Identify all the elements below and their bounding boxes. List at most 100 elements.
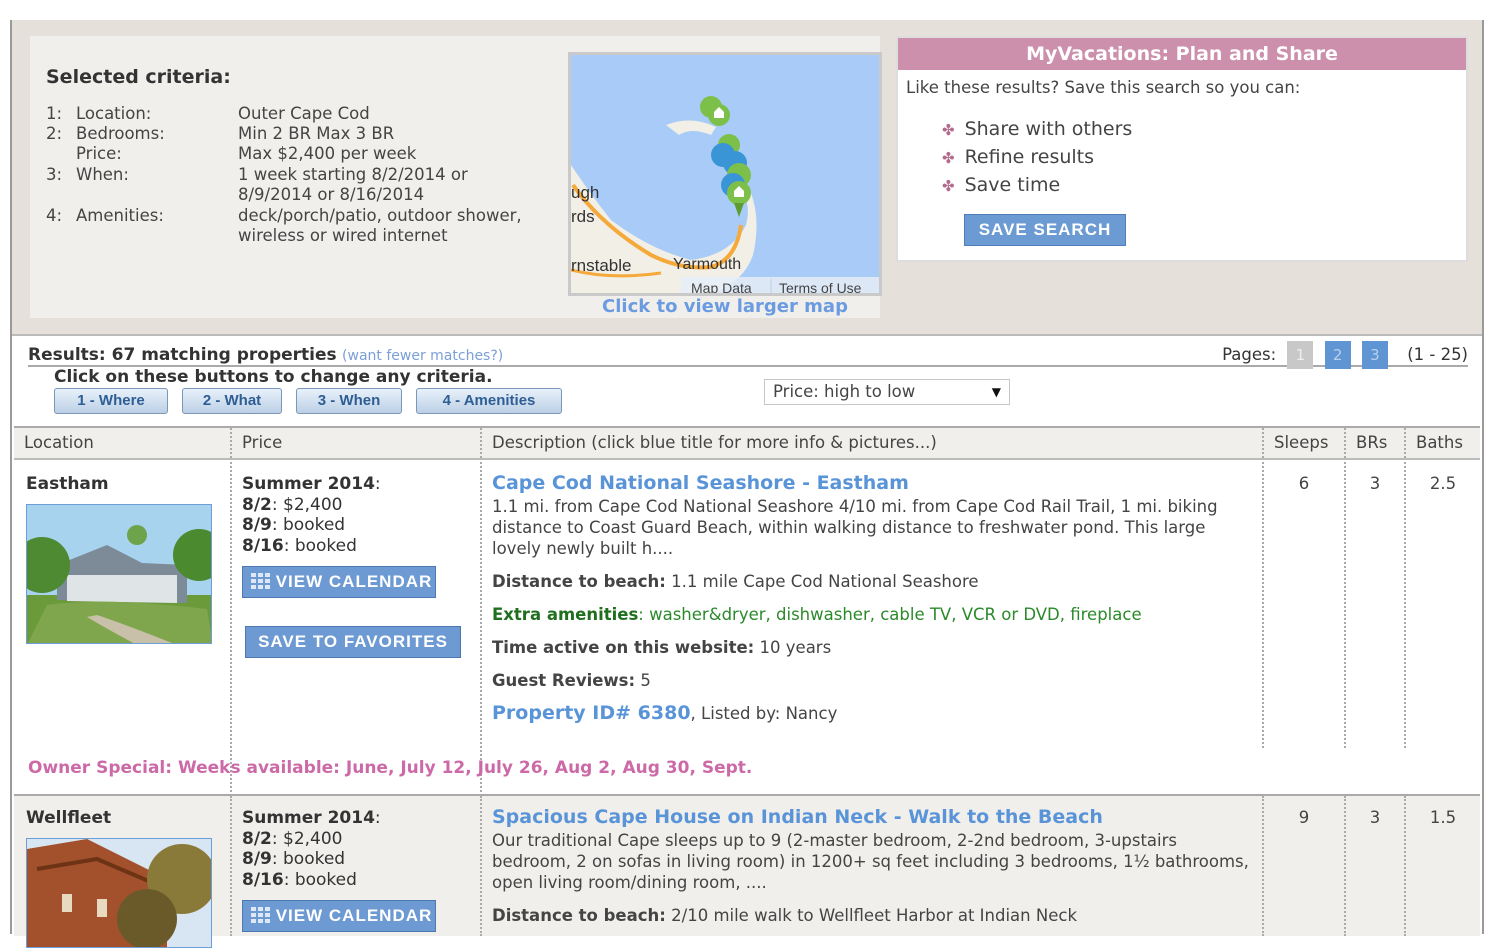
benefit-item: ✤ Save time	[942, 172, 1132, 200]
distance-to-beach: Distance to beach: 1.1 mile Cape Cod Nat…	[492, 572, 979, 591]
house-photo-graphic	[27, 505, 211, 643]
criteria-title: Selected criteria:	[46, 66, 231, 88]
criteria-value: Outer Cape Cod	[238, 104, 370, 123]
listed-by: , Listed by: Nancy	[690, 704, 838, 723]
location-name: Wellfleet	[26, 808, 112, 828]
map-data-link[interactable]: Map Data	[691, 280, 752, 296]
price-line: 8/9: booked	[242, 849, 346, 869]
criteria-value-line: wireless or wired internet	[238, 226, 448, 245]
price-line: 8/2: $2,400	[242, 828, 343, 849]
criteria-row-price: Price: Max $2,400 per week	[46, 144, 416, 164]
benefit-label: Save time	[964, 174, 1061, 196]
price-cell: Summer 2014: 8/2: $2,400 8/9: booked 8/1…	[230, 796, 480, 936]
page-container: Selected criteria: 1: Location: Outer Cap…	[10, 20, 1484, 948]
criteria-num: 4:	[46, 206, 63, 225]
column-header-sleeps[interactable]: Sleeps	[1262, 428, 1344, 458]
view-calendar-button[interactable]: VIEW CALENDAR	[242, 566, 436, 598]
house-photo-graphic	[27, 839, 211, 947]
benefit-label: Refine results	[964, 146, 1095, 168]
save-to-favorites-button[interactable]: SAVE TO FAVORITES	[245, 626, 461, 658]
benefit-item: ✤ Share with others	[942, 116, 1132, 144]
criteria-num: 3:	[46, 165, 63, 184]
map-label-town: Yarmouth	[673, 256, 741, 273]
price-line: 8/2: $2,400	[242, 494, 343, 515]
season-label: Summer 2014:	[242, 474, 381, 494]
description-cell: Spacious Cape House on Indian Neck - Wal…	[480, 796, 1262, 936]
change-criteria-hint: Click on these buttons to change any cri…	[54, 367, 493, 387]
pagination: Pages: 1 2 3 (1 - 25)	[1222, 341, 1468, 369]
criteria-value-line: 1 week starting 8/2/2014 or	[238, 165, 468, 184]
map-label-town: rnstable	[571, 256, 631, 275]
view-calendar-label: VIEW CALENDAR	[275, 906, 433, 925]
brs-value: 3	[1369, 474, 1381, 493]
criteria-value: deck/porch/patio, outdoor shower, wireles…	[238, 206, 522, 246]
baths-cell: 2.5	[1404, 462, 1480, 748]
criteria-row-bedrooms: 2: Bedrooms: Min 2 BR Max 3 BR	[46, 124, 394, 144]
when-button[interactable]: 3 - When	[296, 388, 402, 414]
selected-criteria-panel: Selected criteria: 1: Location: Outer Cap…	[30, 36, 882, 318]
property-photo[interactable]	[26, 504, 212, 644]
results-range: (1 - 25)	[1407, 345, 1468, 364]
price-list: Summer 2014: 8/2: $2,400 8/9: booked 8/1…	[242, 808, 381, 890]
save-search-button[interactable]: SAVE SEARCH	[964, 214, 1126, 246]
map-graphic: ugh rds rnstable Yarmouth Map Data Terms…	[571, 55, 879, 296]
calendar-grid-icon	[251, 907, 271, 925]
brs-value: 3	[1369, 808, 1381, 827]
description-block: Spacious Cape House on Indian Neck - Wal…	[492, 804, 1252, 926]
property-id-link[interactable]: Property ID# 6380	[492, 702, 691, 724]
property-id-line: Property ID# 6380, Listed by: Nancy	[492, 703, 1252, 724]
myvacations-benefits: ✤ Share with others ✤ Refine results ✤ Save…	[942, 116, 1132, 200]
pages-label: Pages:	[1222, 345, 1277, 364]
guest-reviews: Guest Reviews: 5	[492, 671, 651, 690]
map-terms-link[interactable]: Terms of Use	[779, 280, 862, 296]
criteria-label: When:	[76, 165, 129, 184]
column-header-location[interactable]: Location	[14, 428, 230, 458]
extra-amenities: Extra amenities: washer&dryer, dishwashe…	[492, 605, 1142, 624]
page-3[interactable]: 3	[1361, 341, 1388, 369]
results-header: Results: 67 matching properties (want fe…	[28, 341, 1468, 369]
view-larger-map-link[interactable]: Click to view larger map	[568, 296, 882, 317]
fewer-matches-link[interactable]: (want fewer matches?)	[342, 348, 503, 364]
description-block: Cape Cod National Seashore - Eastham 1.1…	[492, 470, 1252, 724]
what-button[interactable]: 2 - What	[182, 388, 282, 414]
sleeps-cell: 9	[1262, 796, 1344, 936]
season-label: Summer 2014:	[242, 808, 381, 828]
column-header-baths[interactable]: Baths	[1404, 428, 1480, 458]
baths-value: 2.5	[1429, 474, 1457, 493]
page-2[interactable]: 2	[1324, 341, 1351, 369]
column-header-brs[interactable]: BRs	[1344, 428, 1404, 458]
criteria-num: 1:	[46, 104, 63, 123]
table-row: Eastham Summer 2014: 8/2: $2,400 8/9: bo…	[14, 462, 1480, 792]
flower-bullet-icon: ✤	[942, 177, 955, 195]
price-line: 8/16: booked	[242, 535, 357, 556]
property-title-link[interactable]: Cape Cod National Seashore - Eastham	[492, 470, 1252, 496]
sort-dropdown[interactable]: Price: high to low ▼	[764, 379, 1010, 405]
criteria-value-line: 8/9/2014 or 8/16/2014	[238, 185, 425, 204]
amenities-button[interactable]: 4 - Amenities	[416, 388, 562, 414]
where-button[interactable]: 1 - Where	[54, 388, 168, 414]
price-line: 8/16: booked	[242, 869, 357, 890]
brs-cell: 3	[1344, 462, 1404, 748]
criteria-row-amenities: 4: Amenities: deck/porch/patio, outdoor s…	[46, 206, 522, 245]
criteria-label: Amenities:	[76, 206, 164, 225]
price-cell: Summer 2014: 8/2: $2,400 8/9: booked 8/1…	[230, 462, 480, 792]
description-cell: Cape Cod National Seashore - Eastham 1.1…	[480, 462, 1262, 792]
page-1[interactable]: 1	[1287, 341, 1314, 369]
benefit-item: ✤ Refine results	[942, 144, 1132, 172]
column-header-price[interactable]: Price	[230, 428, 480, 458]
property-description: 1.1 mi. from Cape Cod National Seashore …	[492, 497, 1218, 558]
location-cell: Wellfleet	[14, 796, 230, 948]
baths-cell: 1.5	[1404, 796, 1480, 936]
results-table-header: Location Price Description (click blue t…	[14, 426, 1480, 460]
results-count: Results: 67 matching properties	[28, 345, 337, 365]
distance-to-beach: Distance to beach: 2/10 mile walk to Wel…	[492, 906, 1077, 925]
property-photo[interactable]	[26, 838, 212, 948]
brs-cell: 3	[1344, 796, 1404, 936]
results-map[interactable]: ugh rds rnstable Yarmouth Map Data Terms…	[568, 52, 882, 296]
benefit-label: Share with others	[964, 118, 1133, 140]
view-calendar-button[interactable]: VIEW CALENDAR	[242, 900, 436, 932]
criteria-value: Min 2 BR Max 3 BR	[238, 124, 395, 143]
property-title-link[interactable]: Spacious Cape House on Indian Neck - Wal…	[492, 804, 1252, 830]
sleeps-value: 6	[1298, 474, 1310, 493]
flower-bullet-icon: ✤	[942, 121, 955, 139]
